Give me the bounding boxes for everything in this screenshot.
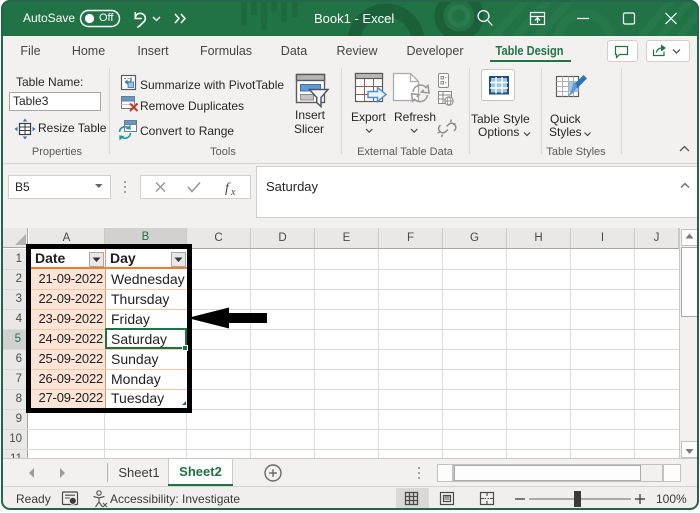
svg-text:x: x — [230, 187, 236, 198]
